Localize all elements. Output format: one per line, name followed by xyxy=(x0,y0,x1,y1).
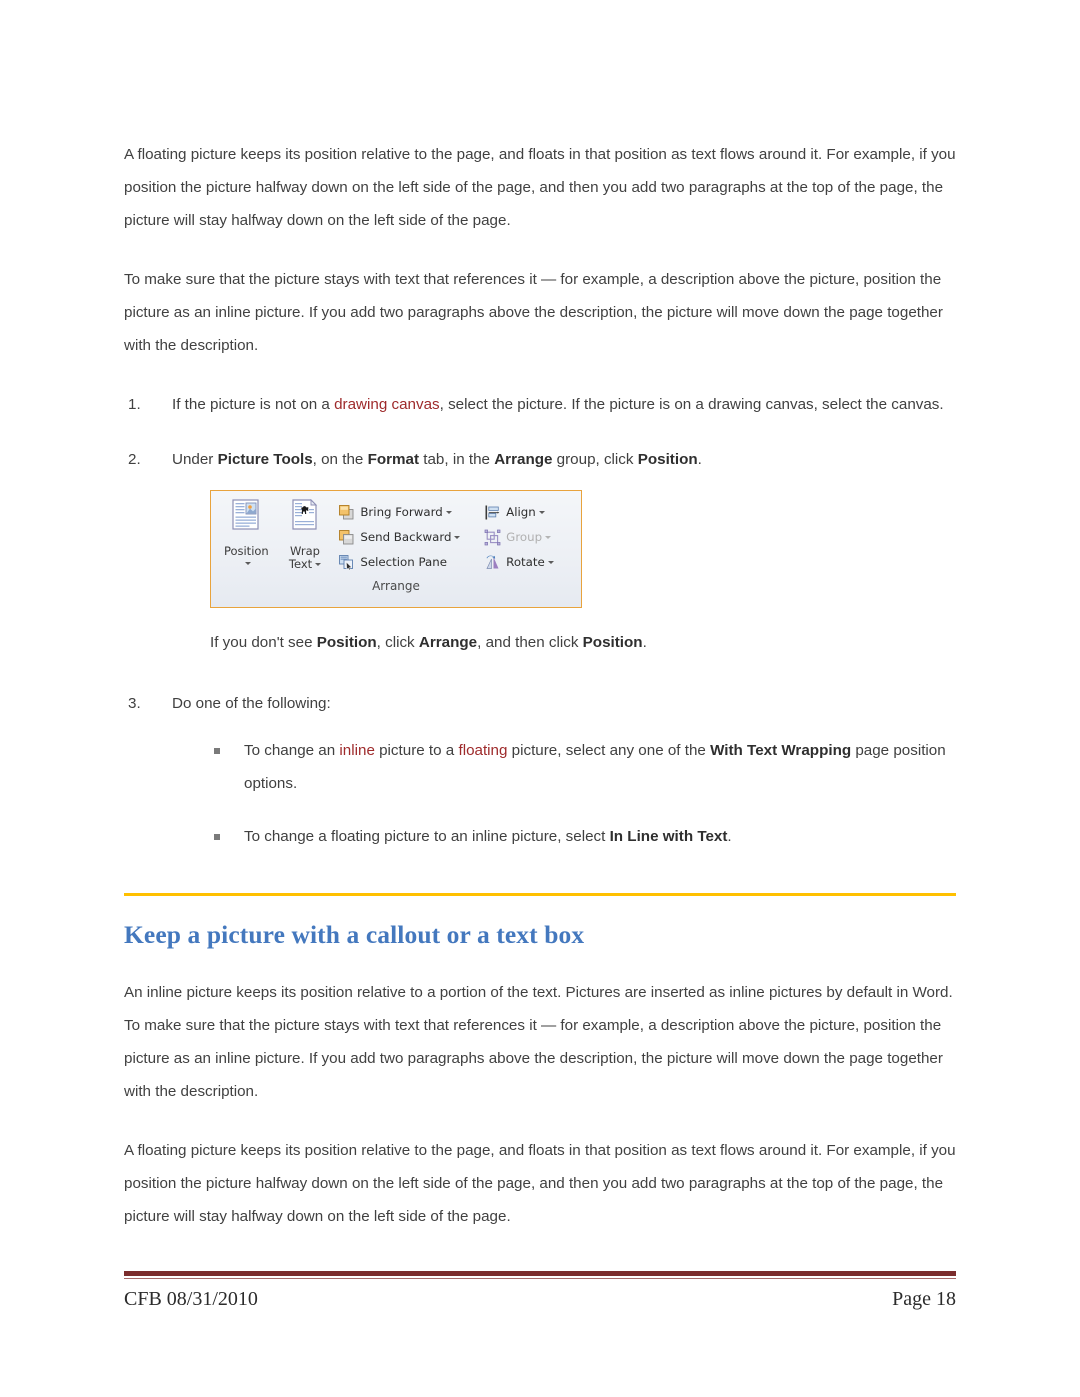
group-icon xyxy=(484,529,501,546)
note-t2: , click xyxy=(376,634,419,651)
list-marker: 2. xyxy=(128,451,141,468)
paragraph-inline-intro: To make sure that the picture stays with… xyxy=(124,271,943,354)
step-3-text: Do one of the following: xyxy=(172,695,331,712)
ribbon-screenshot-figure: Position Wrap Text Bring Forward Send Ba… xyxy=(210,490,956,608)
paragraph-floating-intro: A floating picture keeps its position re… xyxy=(124,146,956,229)
step-2-t2: , on the xyxy=(312,451,368,468)
chevron-down-icon xyxy=(244,561,251,565)
ribbon-order-commands: Bring Forward Send Backward Selection Pa… xyxy=(338,495,482,575)
chevron-down-icon xyxy=(445,511,452,514)
chevron-down-icon xyxy=(545,536,552,539)
ribbon-caption-note: If you don't see Position, click Arrange… xyxy=(210,626,956,659)
step-2-b1: Picture Tools xyxy=(217,451,313,468)
chevron-down-icon xyxy=(454,536,461,539)
step-2-t5: . xyxy=(697,451,702,468)
step-2-t3: tab, in the xyxy=(419,451,495,468)
wrap-text-icon xyxy=(290,498,320,543)
list-marker: 1. xyxy=(128,396,141,413)
selection-pane-icon xyxy=(338,554,355,571)
note-b1: Position xyxy=(316,634,377,651)
chevron-down-icon xyxy=(315,562,322,566)
ribbon-position-label: Position xyxy=(223,544,269,558)
section-divider-rule xyxy=(124,893,956,896)
send-backward-icon xyxy=(338,529,355,546)
chevron-down-icon xyxy=(547,561,554,564)
ribbon-align-commands: Align Group Rotate xyxy=(484,495,575,575)
list-item-bullet-2: To change a floating picture to an inlin… xyxy=(172,820,956,853)
page-footer: CFB 08/31/2010 Page 18 xyxy=(124,1271,956,1311)
document-page: A floating picture keeps its position re… xyxy=(0,0,1080,1397)
bullet-1-b1: With Text Wrapping xyxy=(710,742,852,759)
bullet-1-a2: floating xyxy=(458,742,508,759)
sub-bullet-list: To change an inline picture to a floatin… xyxy=(172,734,956,853)
align-icon xyxy=(484,504,501,521)
ribbon-wrap-text-label-2: Text xyxy=(289,557,322,571)
step-2-b2: Format xyxy=(367,451,420,468)
footer-left-text: CFB 08/31/2010 xyxy=(124,1288,258,1310)
bullet-1-t2: picture to a xyxy=(374,742,459,759)
list-item-step-1: 1. If the picture is not on a drawing ca… xyxy=(124,388,956,421)
list-marker: 3. xyxy=(128,695,141,712)
document-content: A floating picture keeps its position re… xyxy=(124,138,956,1233)
bullet-1-t3: picture, select any one of the xyxy=(507,742,711,759)
section-heading: Keep a picture with a callout or a text … xyxy=(124,920,585,949)
step-2-b4: Position xyxy=(637,451,698,468)
ribbon-wrap-text-button[interactable]: Wrap Text xyxy=(276,495,335,570)
note-t1: If you don't see xyxy=(210,634,317,651)
rotate-icon xyxy=(484,554,501,571)
arrange-ribbon-group: Position Wrap Text Bring Forward Send Ba… xyxy=(210,490,582,608)
step-1-accent-term: drawing canvas xyxy=(334,396,440,413)
step-1-text-before: If the picture is not on a xyxy=(172,396,335,413)
paragraph-inline-description: An inline picture keeps its position rel… xyxy=(124,984,953,1100)
list-item-step-3: 3. Do one of the following: To change an… xyxy=(124,687,956,853)
bullet-2-b1: In Line with Text xyxy=(609,828,728,845)
ribbon-position-button[interactable]: Position xyxy=(217,495,276,567)
list-item-bullet-1: To change an inline picture to a floatin… xyxy=(172,734,956,800)
list-item-step-2: 2. Under Picture Tools, on the Format ta… xyxy=(124,443,956,659)
note-t4: . xyxy=(642,634,647,651)
step-2-t1: Under xyxy=(172,451,218,468)
numbered-steps-list: 1. If the picture is not on a drawing ca… xyxy=(124,388,956,853)
note-b2: Arrange xyxy=(418,634,478,651)
bullet-square-icon xyxy=(214,834,220,840)
position-icon xyxy=(231,499,261,543)
bullet-2-t1: To change a floating picture to an inlin… xyxy=(244,828,610,845)
footer-page-number: Page 18 xyxy=(892,1288,956,1310)
bullet-2-t2: . xyxy=(727,828,732,845)
chevron-down-icon xyxy=(538,511,545,514)
bullet-square-icon xyxy=(214,748,220,754)
bullet-1-t1: To change an xyxy=(244,742,340,759)
step-2-b3: Arrange xyxy=(494,451,553,468)
paragraph-floating-description: A floating picture keeps its position re… xyxy=(124,1142,956,1225)
footer-rule-thick xyxy=(124,1271,956,1276)
position-dropdown-caret-row[interactable] xyxy=(242,559,251,567)
ribbon-group-label: Arrange xyxy=(372,579,420,593)
note-t3: , and then click xyxy=(477,634,583,651)
note-b3: Position xyxy=(582,634,643,651)
bring-forward-icon xyxy=(338,504,355,521)
step-1-text-after: , select the picture. If the picture is … xyxy=(439,396,944,413)
step-2-t4: group, click xyxy=(552,451,638,468)
bullet-1-a1: inline xyxy=(339,742,375,759)
footer-rule-thin xyxy=(124,1277,956,1279)
